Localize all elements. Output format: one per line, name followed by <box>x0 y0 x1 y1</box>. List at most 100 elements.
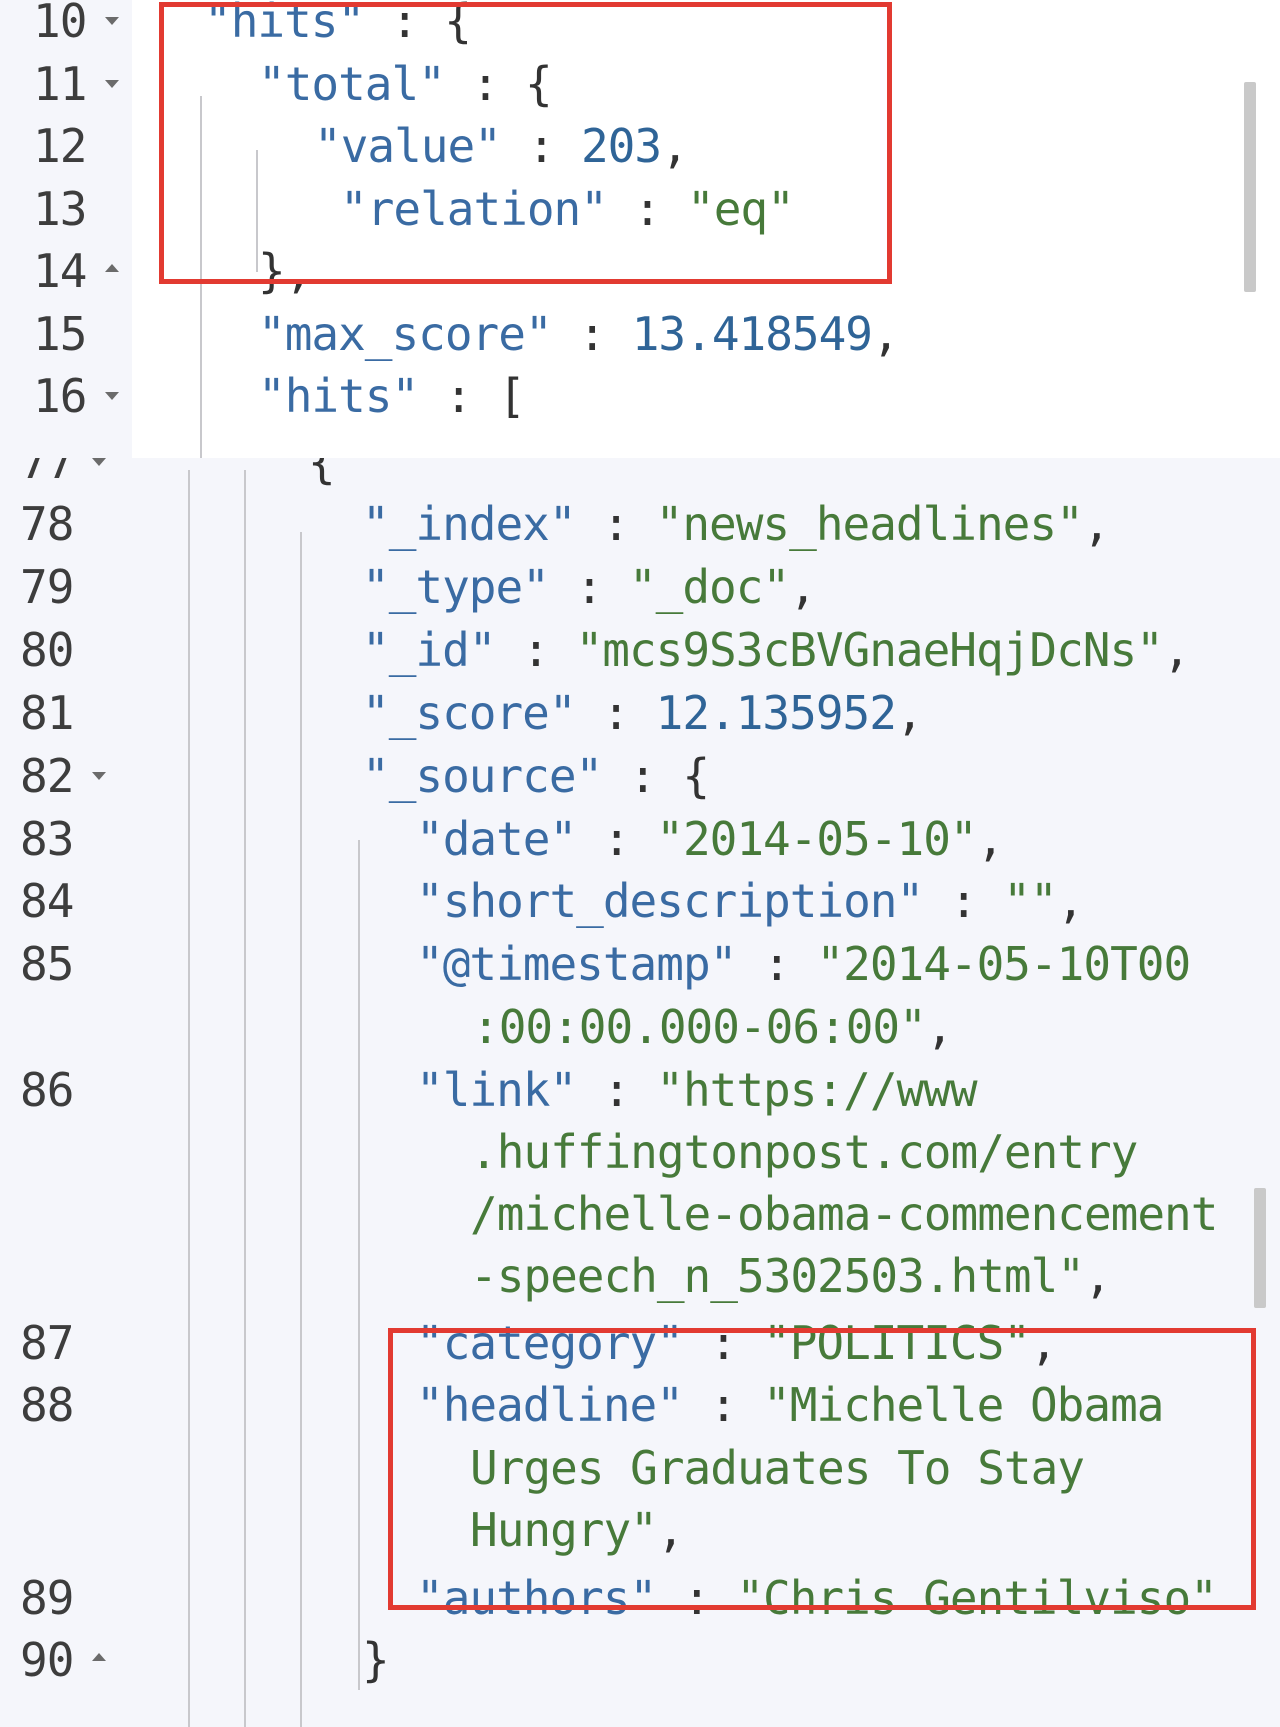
code-text: :00:00.000-06:00", <box>472 996 954 1058</box>
json-key: "hits" <box>258 369 419 423</box>
code-line: :00:00.000-06:00", <box>0 996 1280 1058</box>
code-line: /michelle-obama-commencement <box>0 1183 1280 1245</box>
json-key: "short_description" <box>416 874 924 928</box>
json-string: "2014-05-10T00 <box>816 937 1191 991</box>
json-punctuation: : <box>576 1063 657 1117</box>
json-punctuation: } <box>362 1633 390 1687</box>
json-string: -speech_n_5302503.html" <box>470 1249 1085 1303</box>
code-line: 85 "@timestamp" : "2014-05-10T00 <box>0 933 1280 995</box>
json-punctuation: : <box>575 497 656 551</box>
code-text: { <box>308 458 336 493</box>
fold-toggle-collapse-icon[interactable] <box>105 392 119 400</box>
indent-guide <box>358 840 360 1690</box>
json-string: :00:00.000-06:00" <box>472 1000 927 1054</box>
json-punctuation: : <box>576 812 657 866</box>
line-number: 90 <box>20 1633 74 1687</box>
fold-toggle-collapse-icon[interactable] <box>105 80 119 88</box>
json-punctuation: : [ <box>418 369 526 423</box>
code-text: "date" : "2014-05-10", <box>416 808 1004 870</box>
code-text: "_id" : "mcs9S3cBVGnaeHqjDcNs", <box>362 619 1191 681</box>
json-key: "_source" <box>362 749 603 803</box>
line-number: 81 <box>20 686 74 740</box>
json-punctuation: : <box>575 686 656 740</box>
line-number: 10 <box>33 0 87 48</box>
json-string: .huffingtonpost.com/entry <box>470 1125 1138 1179</box>
line-number: 86 <box>20 1063 74 1117</box>
json-punctuation: : <box>923 874 1004 928</box>
json-key: "link" <box>416 1063 577 1117</box>
json-number: 12.135952 <box>655 686 897 740</box>
line-number: 84 <box>20 874 74 928</box>
line-number: 80 <box>20 623 74 677</box>
code-text: -speech_n_5302503.html", <box>470 1245 1112 1307</box>
code-line: -speech_n_5302503.html", <box>0 1245 1280 1307</box>
fold-toggle-expand-icon[interactable] <box>105 264 119 272</box>
code-text: "hits" : [ <box>258 365 526 427</box>
json-punctuation: , <box>1082 497 1111 551</box>
json-string: "_doc" <box>628 560 790 614</box>
line-number: 15 <box>33 307 87 361</box>
line-number: 87 <box>20 1316 74 1370</box>
code-line: 78 "_index" : "news_headlines", <box>0 493 1280 555</box>
json-string: "news_headlines" <box>655 497 1084 551</box>
line-number: 83 <box>20 812 74 866</box>
code-line: 84 "short_description" : "", <box>0 870 1280 932</box>
json-string: "https://www <box>656 1063 977 1117</box>
line-number: 11 <box>33 57 87 111</box>
scrollbar-thumb-top[interactable] <box>1244 82 1256 292</box>
line-number: 79 <box>20 560 74 614</box>
highlight-box-headline <box>388 1328 1256 1610</box>
fold-toggle-collapse-icon[interactable] <box>92 458 106 466</box>
json-string: "mcs9S3cBVGnaeHqjDcNs" <box>575 623 1164 677</box>
code-text: /michelle-obama-commencement <box>470 1183 1218 1245</box>
code-text: } <box>362 1629 390 1691</box>
code-text: "_index" : "news_headlines", <box>362 493 1111 555</box>
indent-guide <box>188 470 190 1727</box>
code-line: 83 "date" : "2014-05-10", <box>0 808 1280 870</box>
code-line: 86 "link" : "https://www <box>0 1059 1280 1121</box>
code-line: 90} <box>0 1629 1280 1691</box>
json-punctuation: , <box>789 560 817 614</box>
code-text: "link" : "https://www <box>416 1059 978 1121</box>
code-line: 80 "_id" : "mcs9S3cBVGnaeHqjDcNs", <box>0 619 1280 681</box>
json-key: "_index" <box>362 497 577 551</box>
code-text: "_score" : 12.135952, <box>362 682 924 744</box>
json-string: "2014-05-10" <box>656 812 977 866</box>
json-key: "max_score" <box>258 307 553 361</box>
fold-toggle-collapse-icon[interactable] <box>92 772 106 780</box>
highlight-box-total <box>159 2 892 284</box>
line-number: 85 <box>20 937 74 991</box>
json-punctuation: : <box>495 623 576 677</box>
code-text: "short_description" : "", <box>416 870 1084 932</box>
json-punctuation: , <box>871 307 900 361</box>
line-number: 77 <box>20 458 74 489</box>
line-number: 89 <box>20 1571 74 1625</box>
json-punctuation: : <box>551 307 632 361</box>
json-string: "" <box>1003 874 1057 928</box>
indent-guide <box>244 470 246 1727</box>
fold-toggle-expand-icon[interactable] <box>92 1653 106 1661</box>
json-key: "_type" <box>362 560 550 614</box>
line-number: 16 <box>33 369 87 423</box>
json-key: "_id" <box>362 623 496 677</box>
code-line: 81 "_score" : 12.135952, <box>0 682 1280 744</box>
code-line: 16 "hits" : [ <box>0 365 1280 427</box>
fold-toggle-collapse-icon[interactable] <box>105 17 119 25</box>
json-punctuation: : <box>548 560 629 614</box>
line-number: 12 <box>33 119 87 173</box>
indent-guide <box>300 532 302 1727</box>
line-number: 14 <box>33 244 87 298</box>
json-string: /michelle-obama-commencement <box>470 1187 1218 1241</box>
json-punctuation: , <box>1162 623 1191 677</box>
json-punctuation: , <box>1083 1249 1112 1303</box>
json-key: "_score" <box>362 686 577 740</box>
line-number: 78 <box>20 497 74 551</box>
code-text: "_type" : "_doc", <box>362 556 817 618</box>
json-number: 13.418549 <box>631 307 873 361</box>
code-line: .huffingtonpost.com/entry <box>0 1121 1280 1183</box>
code-line: 79 "_type" : "_doc", <box>0 556 1280 618</box>
json-key: "@timestamp" <box>416 937 737 991</box>
code-text: .huffingtonpost.com/entry <box>470 1121 1138 1183</box>
scrollbar-thumb-bottom[interactable] <box>1254 1188 1266 1308</box>
code-text: "_source" : { <box>362 745 710 807</box>
